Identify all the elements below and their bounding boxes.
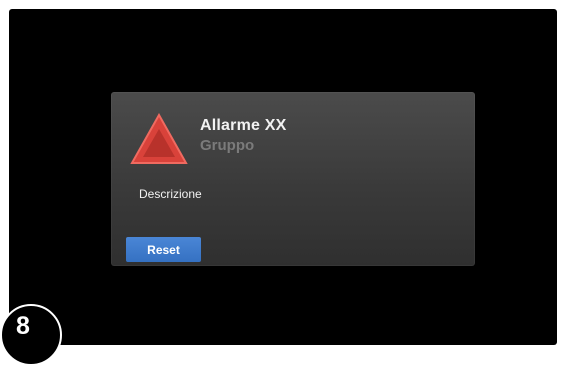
step-number-badge xyxy=(0,304,62,366)
step-number: 8 xyxy=(16,312,30,340)
device-screen: Allarme XX Gruppo Descrizione Reset xyxy=(9,9,557,345)
alarm-title: Allarme XX xyxy=(200,117,287,134)
reset-button[interactable]: Reset xyxy=(126,237,201,262)
alarm-group: Gruppo xyxy=(200,137,255,154)
alarm-dialog: Allarme XX Gruppo Descrizione Reset xyxy=(111,92,475,266)
warning-triangle-icon xyxy=(130,113,188,164)
alarm-description: Descrizione xyxy=(139,187,202,201)
